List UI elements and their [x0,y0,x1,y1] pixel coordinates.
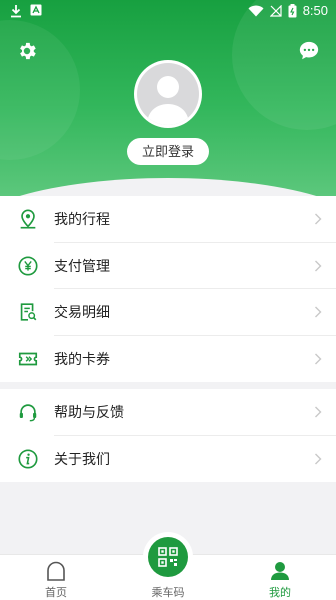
menu-item-about[interactable]: 关于我们 [0,436,336,483]
menu-item-label: 帮助与反馈 [54,405,124,422]
tab-label: 首页 [45,586,67,599]
status-time: 8:50 [302,3,328,18]
status-bar: 8:50 [0,0,336,24]
menu-item-label: 交易明细 [54,305,110,322]
no-signal-icon [269,4,282,17]
battery-icon [288,3,297,17]
chevron-right-icon [315,453,322,465]
tab-mine[interactable]: 我的 [224,555,336,600]
menu-item-label: 我的行程 [54,212,110,229]
default-avatar-icon [147,76,189,125]
tab-home[interactable]: 首页 [0,555,112,600]
decor-circle [0,20,80,160]
menu-item-coupons[interactable]: 我的卡券 [0,336,336,383]
headset-icon [19,404,37,422]
header-wave [0,178,336,196]
gear-icon[interactable] [16,40,38,62]
menu-item-label: 支付管理 [54,258,110,275]
person-icon [271,562,289,580]
wifi-icon [248,5,264,16]
info-icon [18,449,38,469]
menu-group-support: 帮助与反馈 关于我们 [0,389,336,482]
qr-code-icon [158,547,178,567]
menu-item-help[interactable]: 帮助与反馈 [0,389,336,436]
yuan-icon [18,256,38,276]
menu-group-main: 我的行程 支付管理 交易明细 我的卡券 [0,196,336,382]
receipt-search-icon [20,303,37,321]
message-icon[interactable] [298,40,320,62]
download-icon [11,5,21,18]
app-notification-icon [30,4,42,16]
chevron-right-icon [315,353,322,365]
chevron-right-icon [315,260,322,272]
chevron-right-icon [315,306,322,318]
home-icon [47,561,65,581]
avatar[interactable] [134,60,202,128]
tab-label: 乘车码 [151,586,185,599]
menu-item-transactions[interactable]: 交易明细 [0,289,336,336]
location-pin-icon [20,209,36,229]
menu-item-my-trips[interactable]: 我的行程 [0,196,336,243]
tab-label: 我的 [269,586,291,599]
menu-item-label: 关于我们 [54,451,110,468]
menu-item-label: 我的卡券 [54,351,110,368]
login-button[interactable]: 立即登录 [127,138,209,165]
ticket-icon [18,352,38,366]
menu-item-payment[interactable]: 支付管理 [0,243,336,289]
ride-code-button[interactable] [148,537,188,577]
chevron-right-icon [315,406,322,418]
chevron-right-icon [315,213,322,225]
